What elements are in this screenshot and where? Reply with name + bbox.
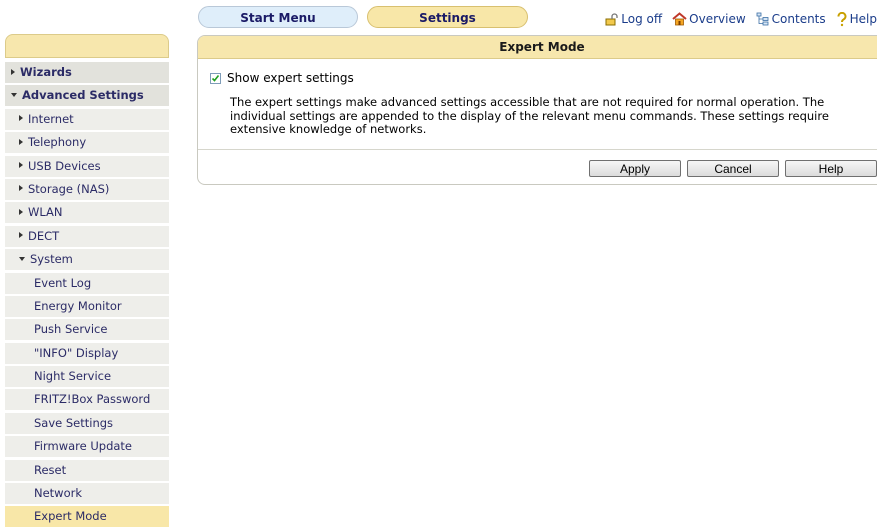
sidebar-item-storage-nas[interactable]: Storage (NAS)	[5, 178, 169, 200]
sidebar-item-save-settings[interactable]: Save Settings	[5, 412, 169, 434]
collapsed-arrow-icon	[19, 138, 23, 145]
tab-settings[interactable]: Settings	[367, 6, 528, 28]
sidebar-item-label: Network	[34, 486, 83, 501]
expert-mode-description: The expert settings make advanced settin…	[230, 95, 829, 136]
collapsed-arrow-icon	[19, 115, 23, 122]
overview-link[interactable]: Overview	[672, 12, 746, 26]
contents-tree-icon	[756, 12, 769, 26]
sidebar-item-push-service[interactable]: Push Service	[5, 319, 169, 341]
sidebar-item-label: Event Log	[34, 275, 92, 290]
lock-icon	[605, 12, 618, 25]
overview-label: Overview	[689, 12, 746, 26]
checkmark-icon	[211, 74, 220, 82]
sidebar-item-label: System	[30, 252, 73, 267]
sidebar-item-label: Reset	[34, 462, 67, 477]
sidebar-item-event-log[interactable]: Event Log	[5, 272, 169, 294]
sidebar-item-reset[interactable]: Reset	[5, 459, 169, 481]
collapsed-arrow-icon	[19, 185, 23, 192]
panel-divider	[198, 149, 877, 150]
sidebar-item-label: DECT	[28, 228, 60, 243]
show-expert-settings-row[interactable]: Show expert settings	[210, 71, 354, 85]
top-links: Log off Overview Contents Help	[595, 9, 877, 29]
sidebar-item-label: Internet	[28, 111, 74, 126]
sidebar-item-label: Advanced Settings	[22, 88, 144, 103]
sidebar-header	[5, 34, 169, 58]
sidebar-item-energy-monitor[interactable]: Energy Monitor	[5, 295, 169, 317]
sidebar-nav: Wizards Advanced Settings Internet Telephon…	[5, 34, 169, 530]
sidebar-item-advanced-settings[interactable]: Advanced Settings	[5, 85, 169, 107]
help-button[interactable]: Help	[785, 160, 877, 177]
expanded-arrow-icon	[11, 92, 17, 97]
show-expert-settings-label: Show expert settings	[227, 71, 354, 85]
expert-mode-panel: Expert Mode Show expert settings The exp…	[197, 35, 877, 185]
sidebar-item-label: Telephony	[28, 135, 87, 150]
tab-start-menu[interactable]: Start Menu	[198, 6, 358, 28]
collapsed-arrow-icon	[11, 68, 15, 75]
sidebar-item-network[interactable]: Network	[5, 483, 169, 505]
sidebar-item-label: Push Service	[34, 322, 108, 337]
sidebar-item-label: Energy Monitor	[34, 298, 122, 313]
sidebar-item-night-service[interactable]: Night Service	[5, 366, 169, 388]
collapsed-arrow-icon	[19, 162, 23, 169]
sidebar-item-fritz-box-password[interactable]: FRITZ!Box Password	[5, 389, 169, 411]
sidebar-item-label: FRITZ!Box Password	[34, 392, 151, 407]
sidebar-item-firmware-update[interactable]: Firmware Update	[5, 436, 169, 458]
sidebar-item-system[interactable]: System	[5, 249, 169, 271]
sidebar-item-wlan[interactable]: WLAN	[5, 202, 169, 224]
sidebar-item-label: Expert Mode	[34, 509, 107, 524]
sidebar-item-label: USB Devices	[28, 158, 101, 173]
sidebar-item-internet[interactable]: Internet	[5, 108, 169, 130]
help-link[interactable]: Help	[836, 11, 877, 27]
sidebar-item-label: Firmware Update	[34, 439, 133, 454]
sidebar-item-telephony[interactable]: Telephony	[5, 132, 169, 154]
logoff-label: Log off	[621, 12, 663, 26]
home-icon	[672, 12, 687, 26]
sidebar-item-label: "INFO" Display	[34, 345, 119, 360]
sidebar-item-label: Night Service	[34, 369, 112, 384]
apply-button[interactable]: Apply	[589, 160, 681, 177]
sidebar-item-label: Wizards	[20, 65, 72, 79]
logoff-link[interactable]: Log off	[605, 12, 662, 26]
sidebar-item-label: WLAN	[28, 205, 63, 220]
sidebar-item-wizards[interactable]: Wizards	[5, 62, 169, 83]
show-expert-settings-checkbox[interactable]	[210, 72, 221, 84]
sidebar-item-expert-mode[interactable]: Expert Mode	[5, 506, 169, 528]
help-question-icon	[837, 11, 847, 26]
sidebar-item-label: Storage (NAS)	[28, 181, 110, 196]
expanded-arrow-icon	[19, 256, 25, 261]
sidebar-list: Wizards Advanced Settings Internet Telephon…	[5, 62, 169, 528]
sidebar-item-dect[interactable]: DECT	[5, 225, 169, 247]
collapsed-arrow-icon	[19, 208, 23, 215]
panel-title: Expert Mode	[198, 36, 877, 59]
sidebar-item-usb-devices[interactable]: USB Devices	[5, 155, 169, 177]
collapsed-arrow-icon	[19, 232, 23, 239]
help-label: Help	[849, 12, 877, 26]
cancel-button[interactable]: Cancel	[687, 160, 779, 177]
contents-label: Contents	[771, 12, 826, 26]
sidebar-item-label: Save Settings	[34, 415, 114, 430]
contents-link[interactable]: Contents	[756, 12, 826, 26]
sidebar-item-info-display[interactable]: "INFO" Display	[5, 342, 169, 364]
